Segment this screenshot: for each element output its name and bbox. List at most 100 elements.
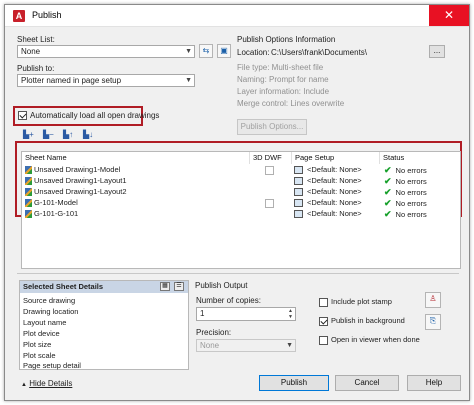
page-setup-value[interactable]: <Default: None> bbox=[307, 176, 362, 185]
sheet-list-value: None bbox=[21, 47, 41, 56]
chevron-up-icon: ▲ bbox=[21, 382, 27, 388]
page-setup-icon bbox=[294, 199, 303, 208]
column-header-sheet-name[interactable]: Sheet Name bbox=[22, 152, 250, 164]
open-viewer-label: Open in viewer when done bbox=[331, 335, 420, 344]
save-sheet-list-icon[interactable]: ⇆ bbox=[199, 44, 213, 58]
publish-options-heading: Publish Options Information bbox=[237, 35, 336, 44]
page-setup-value[interactable]: <Default: None> bbox=[307, 165, 362, 174]
sheet-table: Sheet Name 3D DWF Page Setup Status Unsa… bbox=[21, 151, 461, 269]
detail-source-drawing: Source drawing bbox=[23, 296, 76, 305]
3d-dwf-checkbox[interactable] bbox=[265, 165, 274, 175]
detail-plot-size: Plot size bbox=[23, 340, 52, 349]
auto-load-checkbox[interactable]: Automatically load all open drawings bbox=[18, 111, 159, 121]
chevron-down-icon: ▼ bbox=[185, 77, 192, 84]
table-row[interactable]: Unsaved Drawing1-Layout1 <Default: None>… bbox=[22, 176, 460, 186]
copies-value: 1 bbox=[200, 309, 205, 318]
status-ok-icon: ✔ bbox=[384, 165, 392, 175]
status-text: No errors bbox=[395, 188, 427, 197]
detail-plot-device: Plot device bbox=[23, 329, 60, 338]
plot-stamp-settings-icon[interactable]: ♙ bbox=[425, 292, 441, 308]
status-text: No errors bbox=[395, 210, 427, 219]
detail-drawing-location: Drawing location bbox=[23, 307, 79, 316]
sheet-icon bbox=[25, 210, 32, 219]
publish-to-combo[interactable]: Plotter named in page setup ▼ bbox=[17, 74, 195, 87]
publish-output-heading: Publish Output bbox=[195, 281, 248, 290]
table-row[interactable]: G-101-G-101 <Default: None> ✔ No errors bbox=[22, 209, 460, 219]
layer-info-text: Layer information: Include bbox=[237, 87, 330, 96]
location-label: Location: bbox=[237, 48, 270, 57]
open-viewer-option[interactable]: Open in viewer when done bbox=[319, 334, 420, 345]
sheet-name: Unsaved Drawing1-Layout2 bbox=[34, 187, 127, 196]
page-setup-icon bbox=[294, 166, 303, 175]
table-row[interactable]: Unsaved Drawing1-Layout2 <Default: None>… bbox=[22, 187, 460, 197]
browse-location-button[interactable]: ... bbox=[429, 45, 445, 58]
details-list-icon[interactable]: ☰ bbox=[174, 282, 184, 291]
detail-layout-name: Layout name bbox=[23, 318, 67, 327]
table-row[interactable]: Unsaved Drawing1-Model <Default: None> ✔… bbox=[22, 165, 460, 175]
remove-sheets-icon[interactable]: ▙− bbox=[43, 130, 54, 139]
detail-page-setup: Page setup detail bbox=[23, 361, 81, 370]
copies-spinner[interactable]: 1 ▲ ▼ bbox=[196, 307, 296, 321]
title-bar: A Publish ✕ bbox=[5, 5, 469, 27]
cancel-button[interactable]: Cancel bbox=[335, 375, 399, 391]
hide-details-label: Hide Details bbox=[29, 379, 73, 388]
publish-options-button[interactable]: Publish Options... bbox=[237, 119, 307, 135]
publish-background-option[interactable]: Publish in background bbox=[319, 315, 405, 326]
file-type-text: File type: Multi-sheet file bbox=[237, 63, 324, 72]
column-header-3d-dwf[interactable]: 3D DWF bbox=[250, 152, 292, 164]
column-header-status[interactable]: Status bbox=[380, 152, 460, 164]
status-ok-icon: ✔ bbox=[384, 176, 392, 186]
details-view-icon[interactable]: ▦ bbox=[160, 282, 170, 291]
precision-value: None bbox=[200, 341, 220, 350]
naming-text: Naming: Prompt for name bbox=[237, 75, 329, 84]
move-down-icon[interactable]: ▙↓ bbox=[83, 130, 93, 139]
window-title: Publish bbox=[32, 10, 62, 20]
publish-to-value: Plotter named in page setup bbox=[21, 76, 122, 85]
status-ok-icon: ✔ bbox=[384, 198, 392, 208]
sheet-icon bbox=[25, 177, 32, 186]
publish-settings-icon[interactable]: ⎘ bbox=[425, 314, 441, 330]
location-value: C:\Users\frank\Documents\ bbox=[271, 48, 368, 57]
publish-to-label: Publish to: bbox=[17, 64, 55, 73]
page-setup-value[interactable]: <Default: None> bbox=[307, 209, 362, 218]
autocad-logo-icon: A bbox=[13, 10, 25, 22]
sheet-list-combo[interactable]: None ▼ bbox=[17, 45, 195, 58]
sheet-name: Unsaved Drawing1-Layout1 bbox=[34, 176, 127, 185]
sheet-icon bbox=[25, 188, 32, 197]
checkbox-checked-icon[interactable] bbox=[319, 316, 328, 326]
include-plot-stamp-label: Include plot stamp bbox=[331, 297, 392, 306]
divider bbox=[17, 273, 459, 274]
save-icon[interactable]: ▣ bbox=[217, 44, 231, 58]
status-text: No errors bbox=[395, 166, 427, 175]
checkbox-icon[interactable] bbox=[319, 335, 328, 345]
merge-control-text: Merge control: Lines overwrite bbox=[237, 99, 345, 108]
sheet-name: Unsaved Drawing1-Model bbox=[34, 165, 121, 174]
selected-sheet-details-panel: Selected Sheet Details ▦ ☰ Source drawin… bbox=[19, 280, 189, 370]
status-ok-icon: ✔ bbox=[384, 187, 392, 197]
checkbox-icon[interactable] bbox=[319, 297, 328, 307]
publish-background-label: Publish in background bbox=[331, 316, 405, 325]
close-button[interactable]: ✕ bbox=[429, 5, 469, 26]
precision-combo[interactable]: None ▼ bbox=[196, 339, 296, 352]
auto-load-label: Automatically load all open drawings bbox=[30, 111, 160, 120]
checkbox-checked-icon[interactable] bbox=[18, 111, 27, 121]
sheet-name: G-101-G-101 bbox=[34, 209, 79, 218]
page-setup-value[interactable]: <Default: None> bbox=[307, 187, 362, 196]
page-setup-value[interactable]: <Default: None> bbox=[307, 198, 362, 207]
help-button[interactable]: Help bbox=[407, 375, 461, 391]
hide-details-link[interactable]: ▲ Hide Details bbox=[21, 379, 72, 388]
page-setup-icon bbox=[294, 188, 303, 197]
page-setup-icon bbox=[294, 210, 303, 219]
sheet-list-label: Sheet List: bbox=[17, 35, 55, 44]
status-text: No errors bbox=[395, 177, 427, 186]
table-row[interactable]: G-101-Model <Default: None> ✔ No errors bbox=[22, 198, 460, 208]
move-up-icon[interactable]: ▙↑ bbox=[63, 130, 73, 139]
chevron-down-icon: ▼ bbox=[185, 48, 192, 55]
publish-button[interactable]: Publish bbox=[259, 375, 329, 391]
column-header-page-setup[interactable]: Page Setup bbox=[292, 152, 380, 164]
add-sheets-icon[interactable]: ▙+ bbox=[23, 130, 34, 139]
include-plot-stamp-option[interactable]: Include plot stamp bbox=[319, 296, 392, 307]
sheet-name: G-101-Model bbox=[34, 198, 78, 207]
3d-dwf-checkbox[interactable] bbox=[265, 198, 274, 208]
spinner-arrows-icon[interactable]: ▲ ▼ bbox=[288, 308, 293, 320]
